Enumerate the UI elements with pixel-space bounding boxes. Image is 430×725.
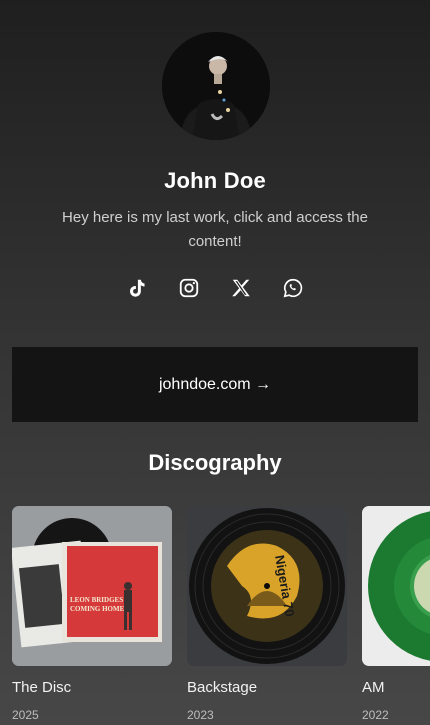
profile-bio: Hey here is my last work, click and acce…: [62, 209, 368, 250]
album-card[interactable]: Nigeria 70 Backstage 2023: [187, 506, 347, 722]
album-card[interactable]: AM 2022: [362, 506, 430, 722]
instagram-icon[interactable]: [177, 276, 201, 300]
tiktok-icon[interactable]: [125, 276, 149, 300]
discography-heading: Discography: [148, 450, 282, 475]
album-cover-text: COMING HOME: [70, 605, 125, 613]
album-card[interactable]: LEON BRIDGES COMING HOME The Disc 2025: [12, 506, 172, 722]
whatsapp-icon[interactable]: [281, 276, 305, 300]
avatar-photo: [162, 32, 270, 140]
album-year: 2022: [362, 708, 389, 722]
profile-page: John Doe Hey here is my last work, click…: [0, 0, 430, 725]
album-cover[interactable]: [362, 506, 430, 666]
album-cover[interactable]: Nigeria 70: [187, 506, 347, 666]
album-title: AM: [362, 679, 385, 696]
album-title: The Disc: [12, 679, 72, 696]
website-link-label: johndoe.com →: [158, 375, 272, 393]
album-title: Backstage: [187, 679, 258, 696]
album-year: 2023: [187, 708, 214, 722]
x-icon[interactable]: [229, 276, 253, 300]
album-cover[interactable]: LEON BRIDGES COMING HOME: [12, 506, 172, 666]
profile-name: John Doe: [164, 168, 266, 193]
website-link-button[interactable]: johndoe.com →: [12, 347, 418, 422]
album-cover-text: LEON BRIDGES: [70, 596, 123, 604]
social-links: [0, 276, 430, 300]
album-year: 2025: [12, 708, 39, 722]
avatar: [162, 32, 270, 140]
